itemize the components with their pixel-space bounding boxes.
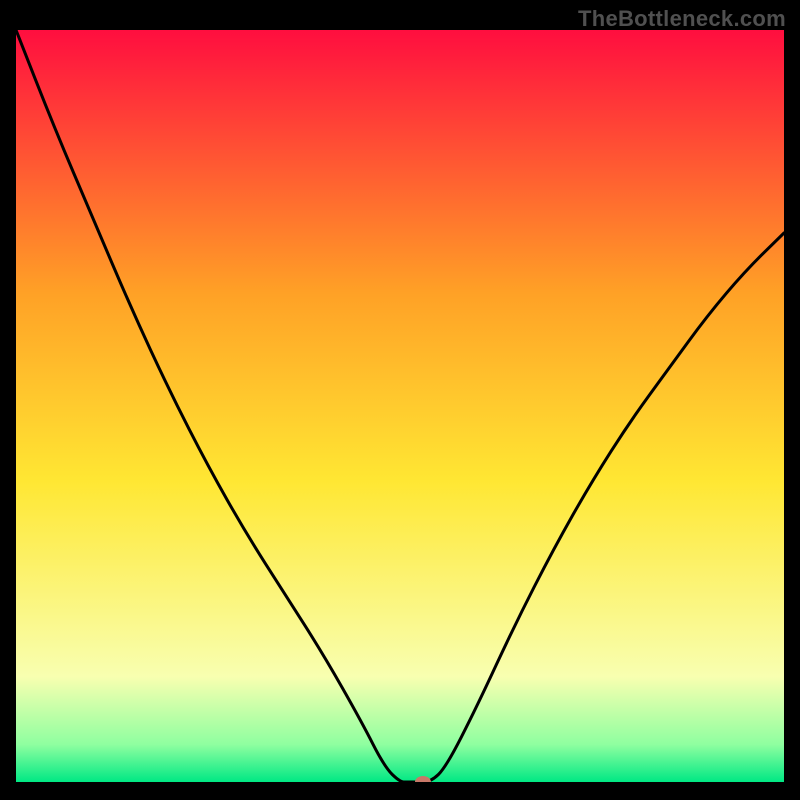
watermark-text: TheBottleneck.com — [578, 6, 786, 32]
chart-container: TheBottleneck.com — [0, 0, 800, 800]
chart-svg — [16, 30, 784, 782]
gradient-background — [16, 30, 784, 782]
plot-area — [16, 30, 784, 782]
